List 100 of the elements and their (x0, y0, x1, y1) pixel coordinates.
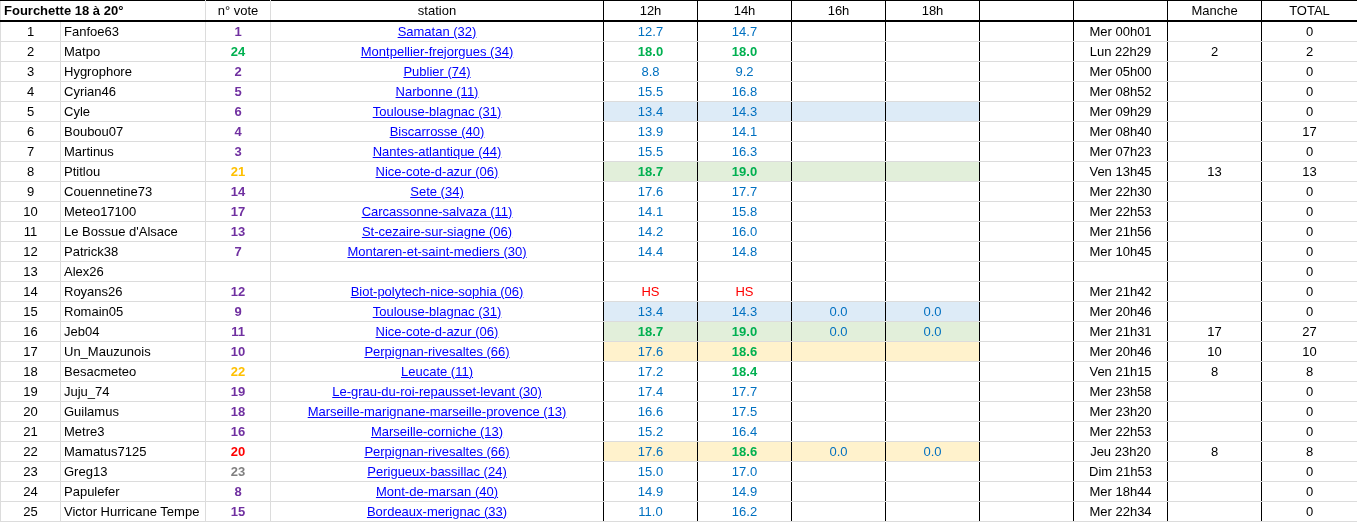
total-points: 0 (1305, 103, 1314, 119)
total-points: 0 (1305, 63, 1314, 79)
table-cell: 17 (0, 341, 61, 362)
temperature-value: 18.0 (731, 43, 758, 59)
temperature-value: 0.0 (829, 303, 848, 319)
table-cell: 8 (0, 161, 61, 182)
temperature-value: 14.8 (731, 243, 758, 259)
temperature-value: 17.7 (731, 183, 758, 199)
vote-number: 5 (234, 83, 242, 99)
vote-time: Jeu 23h20 (1090, 443, 1151, 459)
vote-time: Mer 23h20 (1089, 403, 1152, 419)
table-cell: 3 (0, 61, 61, 82)
total-points: 0 (1305, 403, 1314, 419)
vote-time: Mer 10h45 (1089, 243, 1152, 259)
table-cell: Matpo (60, 41, 206, 62)
vote-time: Mer 08h40 (1089, 123, 1152, 139)
temperature-value: 18.4 (731, 363, 758, 379)
table-cell: 12 (0, 241, 61, 262)
table-cell: Couennetine73 (60, 181, 206, 202)
temperature-value: 0.0 (829, 323, 848, 339)
table-cell: Royans26 (60, 281, 206, 302)
vote-time: Mer 05h00 (1089, 63, 1152, 79)
total-points: 0 (1305, 383, 1314, 399)
vote-number: 7 (234, 243, 242, 259)
station-link[interactable]: Sete (34) (410, 183, 464, 199)
vote-time: Mer 07h23 (1089, 143, 1152, 159)
temperature-value: 12.7 (637, 23, 664, 39)
vote-time: Mer 00h01 (1089, 23, 1152, 39)
total-points: 17 (1302, 123, 1317, 139)
table-cell: Un_Mauzunois (60, 341, 206, 362)
table-cell: Patrick38 (60, 241, 206, 262)
vote-number: 10 (230, 343, 246, 359)
temperature-value: 15.5 (637, 143, 664, 159)
temperature-value: 19.0 (731, 163, 758, 179)
column-header: Manche (1191, 2, 1238, 18)
table-cell: 23 (0, 461, 61, 482)
temperature-value: 8.8 (641, 63, 660, 79)
table-cell: 1 (0, 21, 61, 42)
temperature-value: 0.0 (923, 323, 942, 339)
table-cell: 10 (0, 201, 61, 222)
total-points: 0 (1305, 483, 1314, 499)
temperature-value: 18.0 (637, 43, 664, 59)
column-header: 12h (639, 2, 662, 18)
total-points: 0 (1305, 203, 1314, 219)
vote-number: 14 (230, 183, 246, 199)
vote-number: 4 (234, 123, 242, 139)
column-header: n° vote (217, 2, 259, 18)
total-points: 0 (1305, 23, 1314, 39)
table-cell: 19 (0, 381, 61, 402)
temperature-value: 17.0 (731, 463, 758, 479)
vote-number: 18 (230, 403, 246, 419)
temperature-value: HS (735, 283, 754, 299)
table-cell: Le Bossue d'Alsace (60, 221, 206, 242)
round-points: 8 (1210, 363, 1219, 379)
temperature-value: 14.3 (731, 103, 758, 119)
total-points: 0 (1305, 83, 1314, 99)
table-cell: 21 (0, 421, 61, 442)
table-cell: Juju_74 (60, 381, 206, 402)
table-cell: 20 (0, 401, 61, 422)
vote-time: Mer 18h44 (1089, 483, 1152, 499)
table-cell: Ptitlou (60, 161, 206, 182)
temperature-value: 11.0 (638, 503, 663, 519)
table-cell: Guilamus (60, 401, 206, 422)
vote-number: 12 (230, 283, 246, 299)
temperature-value: 15.2 (637, 423, 664, 439)
table-cell: Papulefer (60, 481, 206, 502)
total-points: 0 (1305, 303, 1314, 319)
table-cell: Besacmeteo (60, 361, 206, 382)
total-points: 0 (1305, 143, 1314, 159)
temperature-value: 16.0 (731, 223, 758, 239)
temperature-value: HS (641, 283, 660, 299)
temperature-value: 13.4 (637, 303, 664, 319)
total-points: 0 (1305, 423, 1314, 439)
temperature-value: 9.2 (735, 63, 754, 79)
temperature-value: 17.7 (731, 383, 758, 399)
total-points: 27 (1302, 323, 1317, 339)
vote-time: Ven 13h45 (1089, 163, 1152, 179)
temperature-value: 17.6 (637, 343, 664, 359)
table-cell: 18 (0, 361, 61, 382)
temperature-value: 18.6 (731, 443, 758, 459)
total-points: 0 (1305, 243, 1314, 259)
round-points: 8 (1210, 443, 1219, 459)
vote-time: Mer 22h30 (1089, 183, 1152, 199)
table-cell: 24 (0, 481, 61, 502)
table-cell: 13 (0, 261, 61, 282)
temperature-value: 14.1 (637, 203, 664, 219)
vote-time: Mer 21h31 (1089, 323, 1152, 339)
vote-number: 3 (234, 143, 242, 159)
temperature-value: 15.0 (637, 463, 664, 479)
station-link[interactable]: Narbonne (11) (395, 83, 479, 99)
vote-time: Mer 22h53 (1089, 203, 1152, 219)
temperature-value: 18.6 (731, 343, 758, 359)
station-link[interactable]: Leucate (11) (401, 363, 474, 379)
temperature-value: 16.8 (731, 83, 758, 99)
total-points: 8 (1305, 443, 1314, 459)
temperature-value: 17.4 (637, 383, 664, 399)
vote-time: Mer 22h53 (1089, 423, 1152, 439)
station-link[interactable]: Publier (74) (403, 63, 471, 79)
vote-number: 1 (234, 23, 242, 39)
station-link[interactable]: Samatan (32) (397, 23, 477, 39)
